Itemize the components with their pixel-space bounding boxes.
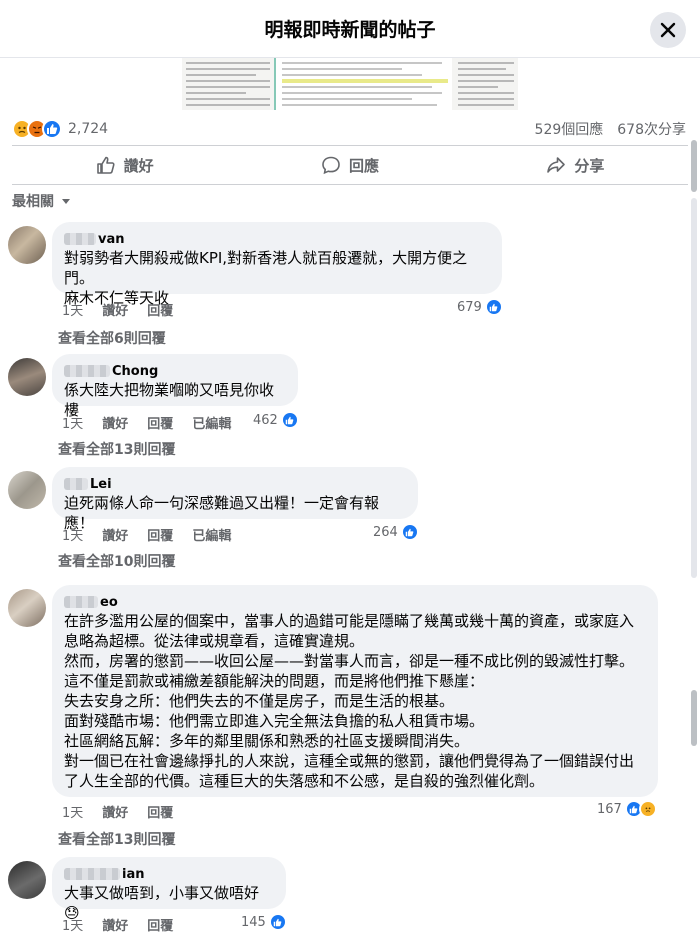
caret-down-icon	[62, 199, 70, 204]
comment-reply-button[interactable]: 回覆	[147, 300, 173, 319]
comment-text: 對弱勢者大開殺戒做KPI,對新香港人就百般遷就，大開方便之門。 麻木不仁等天收	[64, 249, 468, 307]
comment-sort-dropdown[interactable]: 最相關	[12, 191, 72, 211]
blurred-name	[64, 596, 98, 608]
reaction-number: 462	[253, 412, 278, 428]
comment-bubble: Chong 係大陸大把物業嗰啲又唔見你收樓	[52, 354, 298, 419]
comment-time[interactable]: 1天	[62, 300, 83, 319]
blurred-name	[64, 868, 120, 880]
share-button-label: 分享	[574, 156, 605, 175]
comment-like-button[interactable]: 讚好	[102, 802, 128, 821]
post-action-bar: 讚好 回應 分享	[12, 145, 688, 185]
commenter-name[interactable]: eo	[100, 595, 118, 610]
sort-label: 最相關	[12, 194, 54, 210]
like-reaction-icon	[280, 411, 299, 429]
comment-bubble: Lei 迫死兩條人命一句深感難過又出糧！一定會有報應！	[52, 467, 418, 532]
comment-reactions[interactable]: 145	[241, 913, 287, 931]
share-icon	[547, 157, 566, 173]
avatar[interactable]	[8, 471, 46, 509]
dialog-header: 明報即時新聞的帖子	[0, 0, 700, 58]
like-button-label: 讚好	[123, 156, 154, 175]
comment-reply-button[interactable]: 回覆	[147, 915, 173, 934]
comment-meta: 1天 讚好 回覆 已編輯	[62, 413, 231, 432]
share-button[interactable]: 分享	[463, 146, 688, 184]
view-replies-link[interactable]: 查看全部13則回覆	[58, 439, 175, 459]
scrollbar[interactable]	[690, 138, 698, 935]
comment-meta: 1天 讚好 回覆	[62, 802, 173, 821]
avatar[interactable]	[8, 589, 46, 627]
view-replies-link[interactable]: 查看全部10則回覆	[58, 551, 175, 571]
comment-like-button[interactable]: 讚好	[102, 915, 128, 934]
comment-meta: 1天 讚好 回覆	[62, 915, 173, 934]
like-button[interactable]: 讚好	[12, 146, 237, 184]
scrollbar-track[interactable]	[691, 198, 697, 578]
commenter-name[interactable]: ian	[122, 867, 144, 882]
comment-time[interactable]: 1天	[62, 915, 83, 934]
scrollbar-thumb[interactable]	[691, 690, 697, 746]
view-replies-link[interactable]: 查看全部6則回覆	[58, 328, 166, 348]
comment-time[interactable]: 1天	[62, 413, 83, 432]
comment-reactions[interactable]: 679	[457, 298, 503, 316]
like-reaction-icon	[42, 119, 62, 139]
comment-reactions[interactable]: 167	[597, 800, 657, 818]
view-replies-link[interactable]: 查看全部13則回覆	[58, 829, 175, 849]
blurred-name	[64, 365, 110, 377]
edited-label: 已編輯	[192, 417, 232, 432]
comment-bubble: van 對弱勢者大開殺戒做KPI,對新香港人就百般遷就，大開方便之門。 麻木不仁…	[52, 222, 502, 307]
scrollbar-thumb-top[interactable]	[691, 140, 697, 192]
comment-text: 在許多濫用公屋的個案中，當事人的過錯可能是隱瞞了幾萬或幾十萬的資產，或家庭入息略…	[64, 612, 635, 790]
comment: Chong 係大陸大把物業嗰啲又唔見你收樓 1天 讚好 回覆 已編輯 462 查…	[0, 354, 690, 464]
comments-count[interactable]: 529個回應	[535, 119, 604, 139]
close-icon	[660, 22, 676, 38]
close-button[interactable]	[650, 12, 686, 48]
shares-count[interactable]: 678次分享	[617, 119, 686, 139]
commenter-name[interactable]: van	[98, 232, 125, 247]
comment-button[interactable]: 回應	[237, 146, 462, 184]
blurred-name	[64, 233, 96, 245]
comment-reply-button[interactable]: 回覆	[147, 413, 173, 432]
comment: Lei 迫死兩條人命一句深感難過又出糧！一定會有報應！ 1天 讚好 回覆 已編輯…	[0, 467, 690, 577]
like-reaction-icon	[400, 523, 419, 541]
comment-meta: 1天 讚好 回覆	[62, 300, 173, 319]
commenter-name[interactable]: Lei	[90, 477, 112, 492]
reaction-number: 679	[457, 299, 482, 315]
edited-label: 已編輯	[192, 529, 232, 544]
comment-reply-button[interactable]: 回覆	[147, 525, 173, 544]
comment-like-button[interactable]: 讚好	[102, 525, 128, 544]
sad-reaction-icon	[638, 800, 657, 818]
reaction-number: 167	[597, 801, 622, 817]
comment-like-button[interactable]: 讚好	[102, 413, 128, 432]
comment-button-label: 回應	[348, 156, 379, 175]
reaction-number: 145	[241, 914, 266, 930]
post-image[interactable]	[182, 58, 518, 110]
commenter-name[interactable]: Chong	[112, 364, 158, 379]
reaction-icons[interactable]	[12, 119, 62, 139]
reactions-bar: 2,724 529個回應 678次分享	[0, 114, 700, 144]
comment-like-button[interactable]: 讚好	[102, 300, 128, 319]
comment-reactions[interactable]: 462	[253, 411, 299, 429]
like-reaction-icon	[484, 298, 503, 316]
thumbs-up-icon	[96, 156, 115, 174]
comment-reply-button[interactable]: 回覆	[147, 802, 173, 821]
dialog-title: 明報即時新聞的帖子	[264, 19, 436, 41]
comment: van 對弱勢者大開殺戒做KPI,對新香港人就百般遷就，大開方便之門。 麻木不仁…	[0, 222, 690, 352]
comment: ian 大事又做唔到，小事又做唔好😓 1天 讚好 回覆 145	[0, 857, 690, 935]
comment-bubble: eo 在許多濫用公屋的個案中，當事人的過錯可能是隱瞞了幾萬或幾十萬的資產，或家庭…	[52, 585, 658, 797]
avatar[interactable]	[8, 358, 46, 396]
comment-bubble: ian 大事又做唔到，小事又做唔好😓	[52, 857, 286, 922]
comment: eo 在許多濫用公屋的個案中，當事人的過錯可能是隱瞞了幾萬或幾十萬的資產，或家庭…	[0, 585, 690, 853]
comment-reactions[interactable]: 264	[373, 523, 419, 541]
comment-meta: 1天 讚好 回覆 已編輯	[62, 525, 231, 544]
reaction-number: 264	[373, 524, 398, 540]
avatar[interactable]	[8, 226, 46, 264]
avatar[interactable]	[8, 861, 46, 899]
comment-time[interactable]: 1天	[62, 525, 83, 544]
like-reaction-icon	[268, 913, 287, 931]
blurred-name	[64, 478, 88, 490]
comment-time[interactable]: 1天	[62, 802, 83, 821]
comment-icon	[322, 156, 340, 175]
reaction-count[interactable]: 2,724	[68, 121, 108, 137]
